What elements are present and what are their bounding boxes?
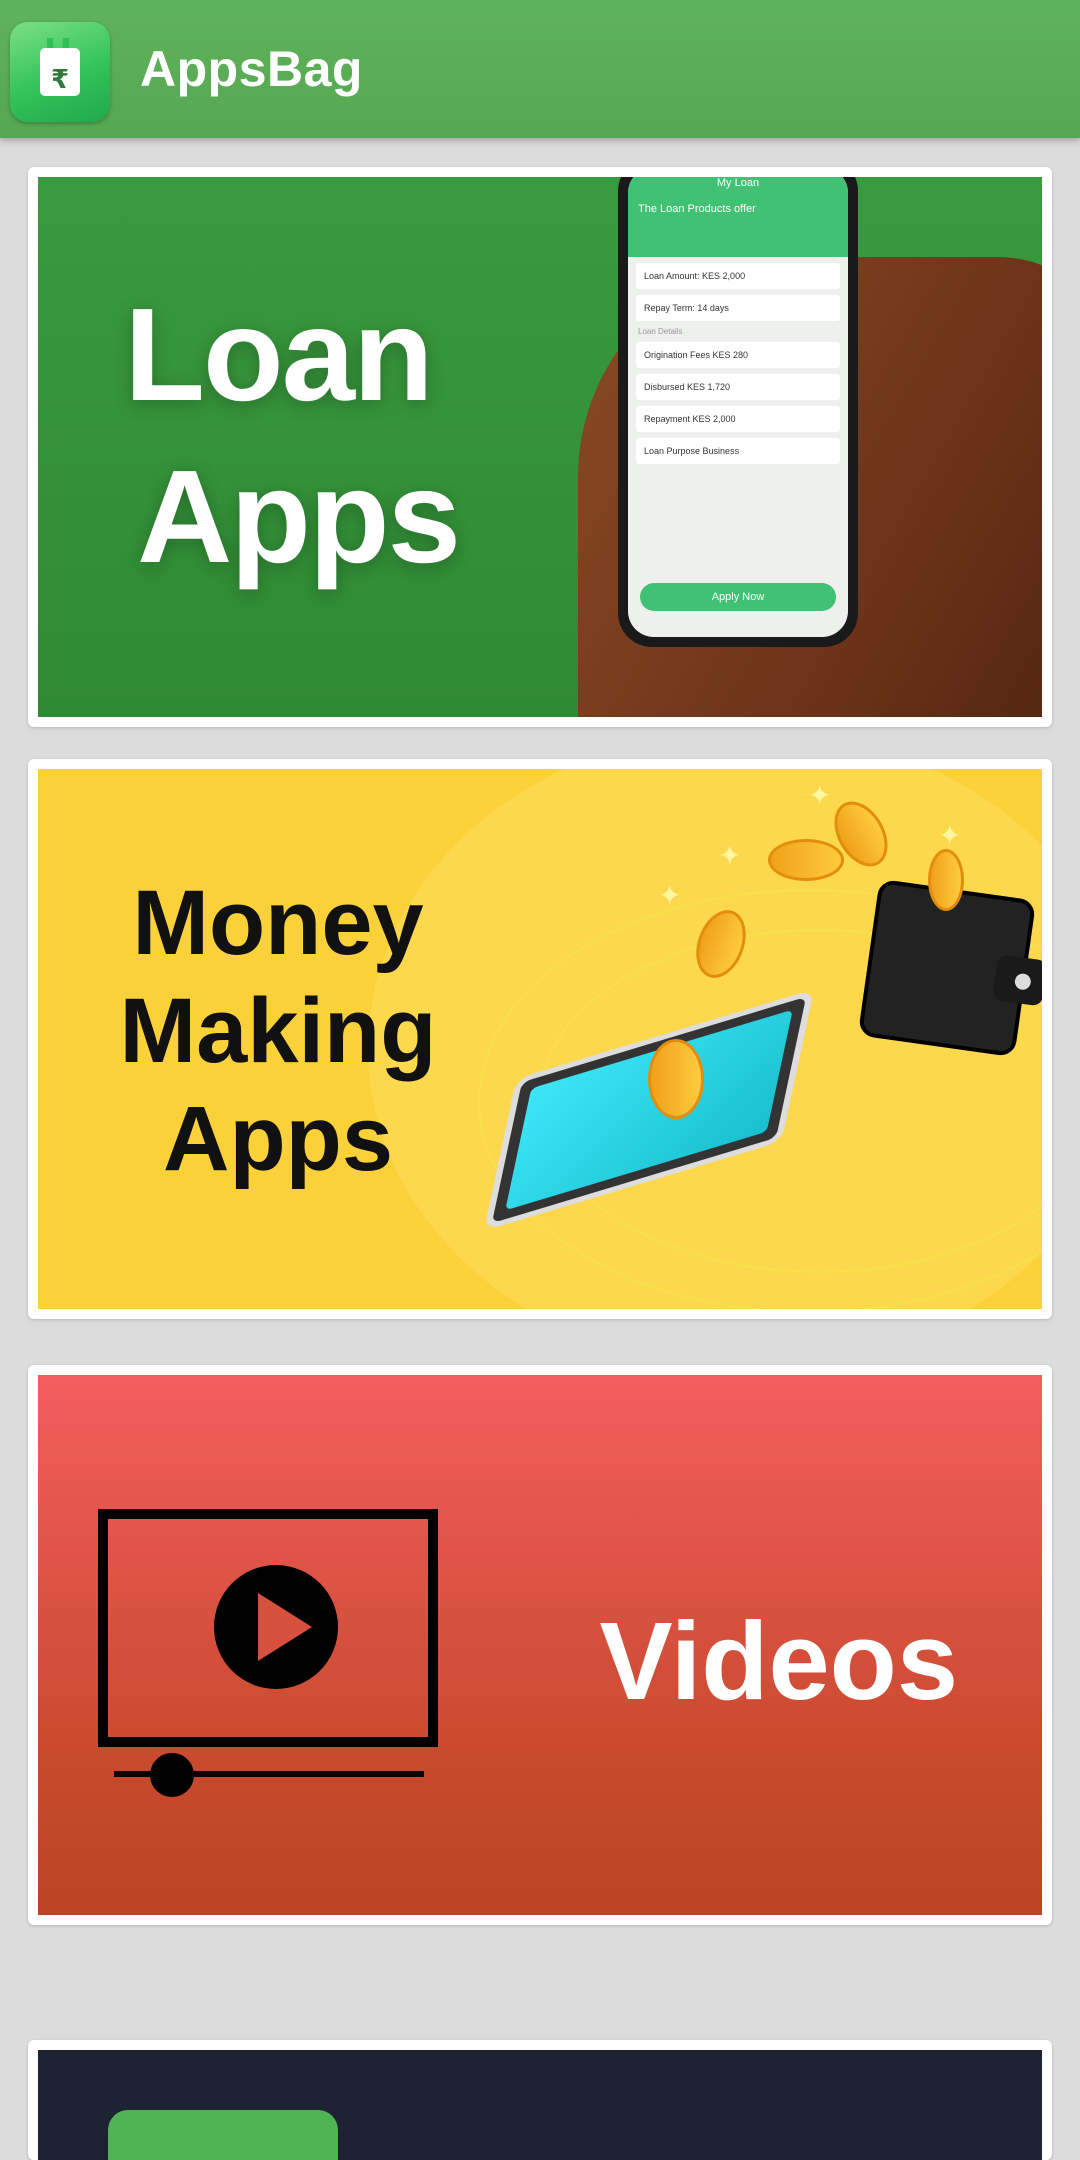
phone-header-title: My Loan bbox=[716, 177, 760, 189]
money-title-line-1: Money bbox=[132, 872, 424, 974]
videos-title-text: Videos bbox=[599, 1600, 958, 1723]
phone-subheader: The Loan Products offer bbox=[638, 203, 756, 215]
app-title: AppsBag bbox=[140, 41, 363, 97]
play-icon bbox=[214, 1565, 338, 1689]
sparkle-icon: ✦ bbox=[938, 820, 962, 851]
phone-loan-amount: Loan Amount: KES 2,000 bbox=[636, 263, 840, 289]
phone-detail-row: Loan Purpose Business bbox=[636, 438, 840, 464]
loan-apps-title-line-2: Apps bbox=[137, 443, 461, 590]
app-logo-icon: ₹ bbox=[10, 22, 110, 122]
next-card-banner bbox=[38, 2050, 1042, 2160]
phone-detail-row: Repayment KES 2,000 bbox=[636, 406, 840, 432]
sparkle-icon: ✦ bbox=[718, 840, 742, 871]
money-title-line-3: Apps bbox=[163, 1088, 393, 1190]
sparkle-icon: ✦ bbox=[808, 780, 832, 811]
money-title-line-2: Making bbox=[119, 980, 437, 1082]
loan-apps-title-line-1: Loan bbox=[124, 281, 433, 428]
app-bar: ₹ AppsBag bbox=[0, 0, 1080, 138]
sparkle-icon: ✦ bbox=[658, 880, 682, 911]
seek-handle-icon bbox=[150, 1753, 194, 1797]
phone-apply-button: Apply Now bbox=[640, 583, 836, 611]
loan-apps-title: Loan Apps bbox=[78, 289, 478, 583]
phone-detail-row: Origination Fees KES 280 bbox=[636, 342, 840, 368]
phone-detail-row: Disbursed KES 1,720 bbox=[636, 374, 840, 400]
loan-apps-card[interactable]: Loan Apps My Loan The Loan Products offe… bbox=[28, 167, 1052, 727]
phone-screen: My Loan The Loan Products offer Loan Amo… bbox=[628, 177, 848, 637]
rupee-icon: ₹ bbox=[50, 64, 70, 94]
phone-illustration: My Loan The Loan Products offer Loan Amo… bbox=[618, 177, 858, 647]
phone-details-label: Loan Details bbox=[638, 327, 683, 336]
money-making-apps-title: Money Making Apps bbox=[88, 877, 468, 1201]
phone-header: My Loan The Loan Products offer bbox=[628, 177, 848, 257]
money-making-apps-card[interactable]: Money Making Apps ✦ ✦ ✦ ✦ bbox=[28, 759, 1052, 1319]
videos-title: Videos bbox=[599, 1607, 958, 1717]
coin-icon bbox=[648, 1039, 704, 1119]
green-button-shape bbox=[108, 2110, 338, 2160]
coin-icon bbox=[768, 839, 844, 881]
coin-icon bbox=[928, 849, 964, 911]
phone-repay-term: Repay Term: 14 days bbox=[636, 295, 840, 321]
loan-apps-banner: Loan Apps My Loan The Loan Products offe… bbox=[38, 177, 1042, 717]
videos-card[interactable]: Videos bbox=[28, 1365, 1052, 1925]
videos-banner: Videos bbox=[38, 1375, 1042, 1915]
next-card[interactable] bbox=[28, 2040, 1052, 2160]
money-making-apps-banner: Money Making Apps ✦ ✦ ✦ ✦ bbox=[38, 769, 1042, 1309]
